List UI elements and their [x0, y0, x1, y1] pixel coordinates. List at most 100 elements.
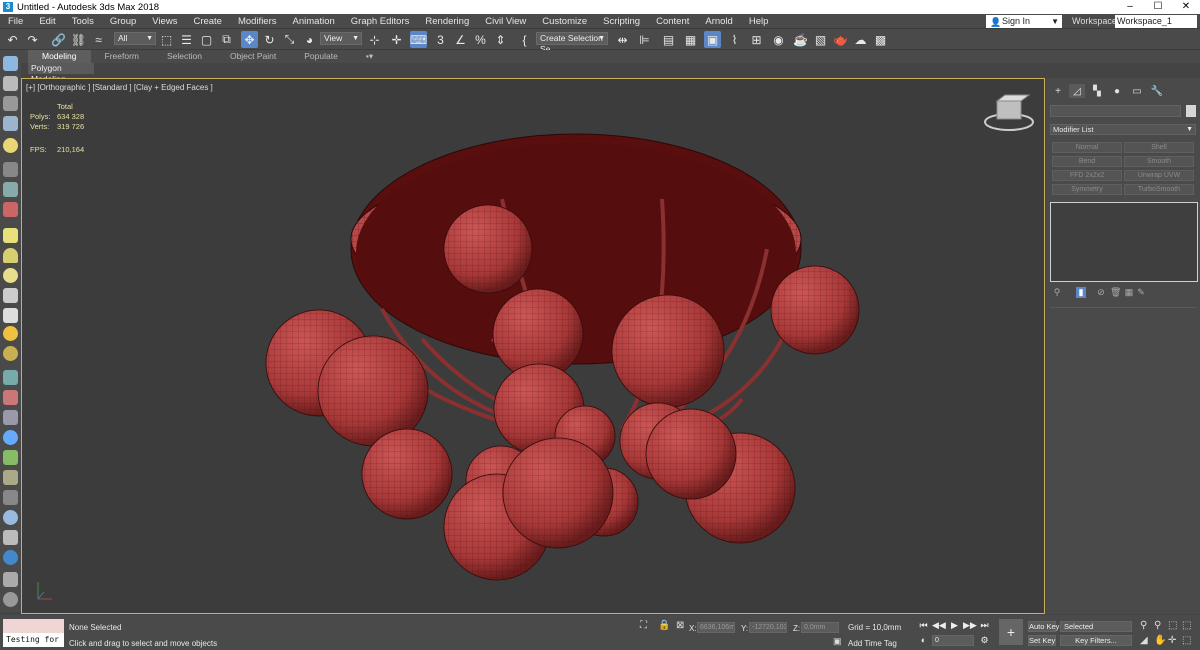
ribbon-panel-polygon-modeling[interactable]: Polygon Modeling	[28, 63, 94, 84]
modifier-ffd-button[interactable]: FFD 2x2x2	[1052, 170, 1122, 181]
edit-stack-icon[interactable]: ✎	[1136, 287, 1146, 298]
close-button[interactable]: ✕	[1172, 0, 1200, 14]
helper-icon[interactable]	[3, 182, 18, 197]
geosphere-icon[interactable]	[3, 288, 18, 303]
menu-edit[interactable]: Edit	[31, 14, 63, 29]
scene-explorer-icon[interactable]: ▤	[660, 31, 677, 48]
render-setup-icon[interactable]: ☕	[792, 31, 809, 48]
space-warp-icon[interactable]	[3, 202, 18, 217]
select-and-rotate-icon[interactable]: ↻	[261, 31, 278, 48]
viewport-layout-icon[interactable]	[3, 56, 18, 71]
current-frame-field[interactable]: 0	[932, 635, 974, 646]
layer-icon[interactable]	[3, 76, 18, 91]
modifier-list-dropdown[interactable]: Modifier List ▼	[1050, 124, 1196, 135]
set-key-plus-icon[interactable]: +	[999, 619, 1023, 645]
object-name-field[interactable]	[1050, 105, 1181, 117]
menu-graph-editors[interactable]: Graph Editors	[343, 14, 418, 29]
display-tab-icon[interactable]: ▭	[1129, 84, 1145, 98]
create-tab-icon[interactable]: +	[1050, 84, 1066, 98]
angle-snap-icon[interactable]: ∠	[452, 31, 469, 48]
select-and-scale-icon[interactable]: ⤡	[281, 31, 298, 48]
maximize-button[interactable]: ☐	[1144, 0, 1172, 14]
modifier-symmetry-button[interactable]: Symmetry	[1052, 184, 1122, 195]
light-bulb-icon[interactable]	[3, 138, 18, 153]
menu-views[interactable]: Views	[144, 14, 185, 29]
motion-tab-icon[interactable]: ●	[1109, 84, 1125, 98]
maxscript-listener-output[interactable]	[3, 619, 64, 633]
play-icon[interactable]: ▶	[948, 620, 961, 631]
go-to-end-icon[interactable]: ⏭	[978, 620, 991, 631]
door-icon[interactable]	[3, 572, 18, 587]
pin-stack-icon[interactable]: ⚲	[1052, 287, 1062, 298]
go-to-start-icon[interactable]: ⏮	[917, 620, 930, 631]
time-tag-icon[interactable]: ▣	[833, 636, 842, 647]
unlink-icon[interactable]: ⛓	[70, 31, 87, 48]
zoom-all-icon[interactable]: ⚲	[1154, 620, 1161, 631]
explorer-icon[interactable]	[3, 96, 18, 111]
menu-arnold[interactable]: Arnold	[697, 14, 740, 29]
undo-icon[interactable]: ↶	[4, 31, 21, 48]
viewcube-icon[interactable]	[984, 94, 1034, 131]
menu-rendering[interactable]: Rendering	[417, 14, 477, 29]
modifier-unwrap-button[interactable]: Unwrap UVW	[1124, 170, 1194, 181]
teapot-icon[interactable]	[3, 410, 18, 425]
select-object-icon[interactable]: ⬚	[158, 31, 175, 48]
previous-frame-icon[interactable]: ◀◀	[932, 620, 946, 631]
menu-scripting[interactable]: Scripting	[595, 14, 648, 29]
mirror-icon[interactable]: ⇹	[614, 31, 631, 48]
maxscript-mini-listener[interactable]: Testing for ;	[3, 633, 64, 647]
rectangular-selection-icon[interactable]: ▢	[198, 31, 215, 48]
rendered-frame-window-icon[interactable]: ▧	[812, 31, 829, 48]
spinner-snap-icon[interactable]: ⇕	[492, 31, 509, 48]
edit-named-selection-icon[interactable]: {	[516, 31, 533, 48]
menu-help[interactable]: Help	[741, 14, 777, 29]
grid-icon[interactable]	[3, 116, 18, 131]
next-frame-icon[interactable]: ▶▶	[963, 620, 977, 631]
select-by-name-icon[interactable]: ☰	[178, 31, 195, 48]
field-of-view-icon[interactable]: ◢	[1140, 635, 1148, 646]
select-and-move-icon[interactable]: ✥	[241, 31, 258, 48]
sphere-icon[interactable]	[3, 268, 18, 283]
zoom-extents-all-icon[interactable]: ⬚	[1182, 620, 1191, 631]
key-filters-button[interactable]: Key Filters...	[1060, 635, 1132, 646]
tab-selection[interactable]: Selection	[153, 50, 216, 63]
maximize-viewport-icon[interactable]: ⬚	[1182, 635, 1191, 646]
hierarchy-tab-icon[interactable]: ▚	[1089, 84, 1105, 98]
add-time-tag-button[interactable]: Add Time Tag	[848, 639, 897, 648]
tab-object-paint[interactable]: Object Paint	[216, 50, 290, 63]
sun-icon[interactable]	[3, 326, 18, 341]
x-coordinate-field[interactable]: 6636,106m	[697, 622, 735, 633]
zoom-icon[interactable]: ⚲	[1140, 620, 1147, 631]
material-editor-icon[interactable]: ◉	[770, 31, 787, 48]
bone-icon[interactable]	[3, 390, 18, 405]
utilities-tab-icon[interactable]: 🔧	[1149, 84, 1165, 98]
link-icon[interactable]: 🔗	[50, 31, 67, 48]
particles-icon[interactable]	[3, 370, 18, 385]
menu-content[interactable]: Content	[648, 14, 697, 29]
select-and-place-icon[interactable]: ◕	[301, 31, 318, 48]
cone-icon[interactable]	[3, 308, 18, 323]
terrain-icon[interactable]	[3, 470, 18, 485]
orbit-icon[interactable]: ✛	[1168, 635, 1176, 646]
window-crossing-icon[interactable]: ⧉	[218, 31, 235, 48]
make-unique-icon[interactable]: ⊘	[1096, 287, 1106, 298]
bind-space-warp-icon[interactable]: ≈	[90, 31, 107, 48]
modifier-turbosmooth-button[interactable]: TurboSmooth	[1124, 184, 1194, 195]
menu-animation[interactable]: Animation	[285, 14, 343, 29]
scatter-icon[interactable]	[3, 490, 18, 505]
globe-icon[interactable]	[3, 430, 18, 445]
key-selection-dropdown[interactable]: Selected	[1060, 621, 1132, 632]
named-selection-dropdown[interactable]: Create Selection Se ▼	[536, 32, 608, 54]
selection-filter-dropdown[interactable]: All ▼	[114, 32, 156, 45]
menu-civil-view[interactable]: Civil View	[477, 14, 534, 29]
y-coordinate-field[interactable]: -12720,103r	[749, 622, 787, 633]
remove-modifier-icon[interactable]: 🗑	[1110, 287, 1121, 298]
foliage-icon[interactable]	[3, 450, 18, 465]
menu-group[interactable]: Group	[102, 14, 144, 29]
modifier-normal-button[interactable]: Normal	[1052, 142, 1122, 153]
minimize-button[interactable]: –	[1116, 0, 1144, 14]
pan-view-icon[interactable]: ✋	[1154, 635, 1166, 646]
help-circle-icon[interactable]	[3, 592, 18, 607]
plane-icon[interactable]	[3, 228, 18, 243]
menu-tools[interactable]: Tools	[64, 14, 102, 29]
